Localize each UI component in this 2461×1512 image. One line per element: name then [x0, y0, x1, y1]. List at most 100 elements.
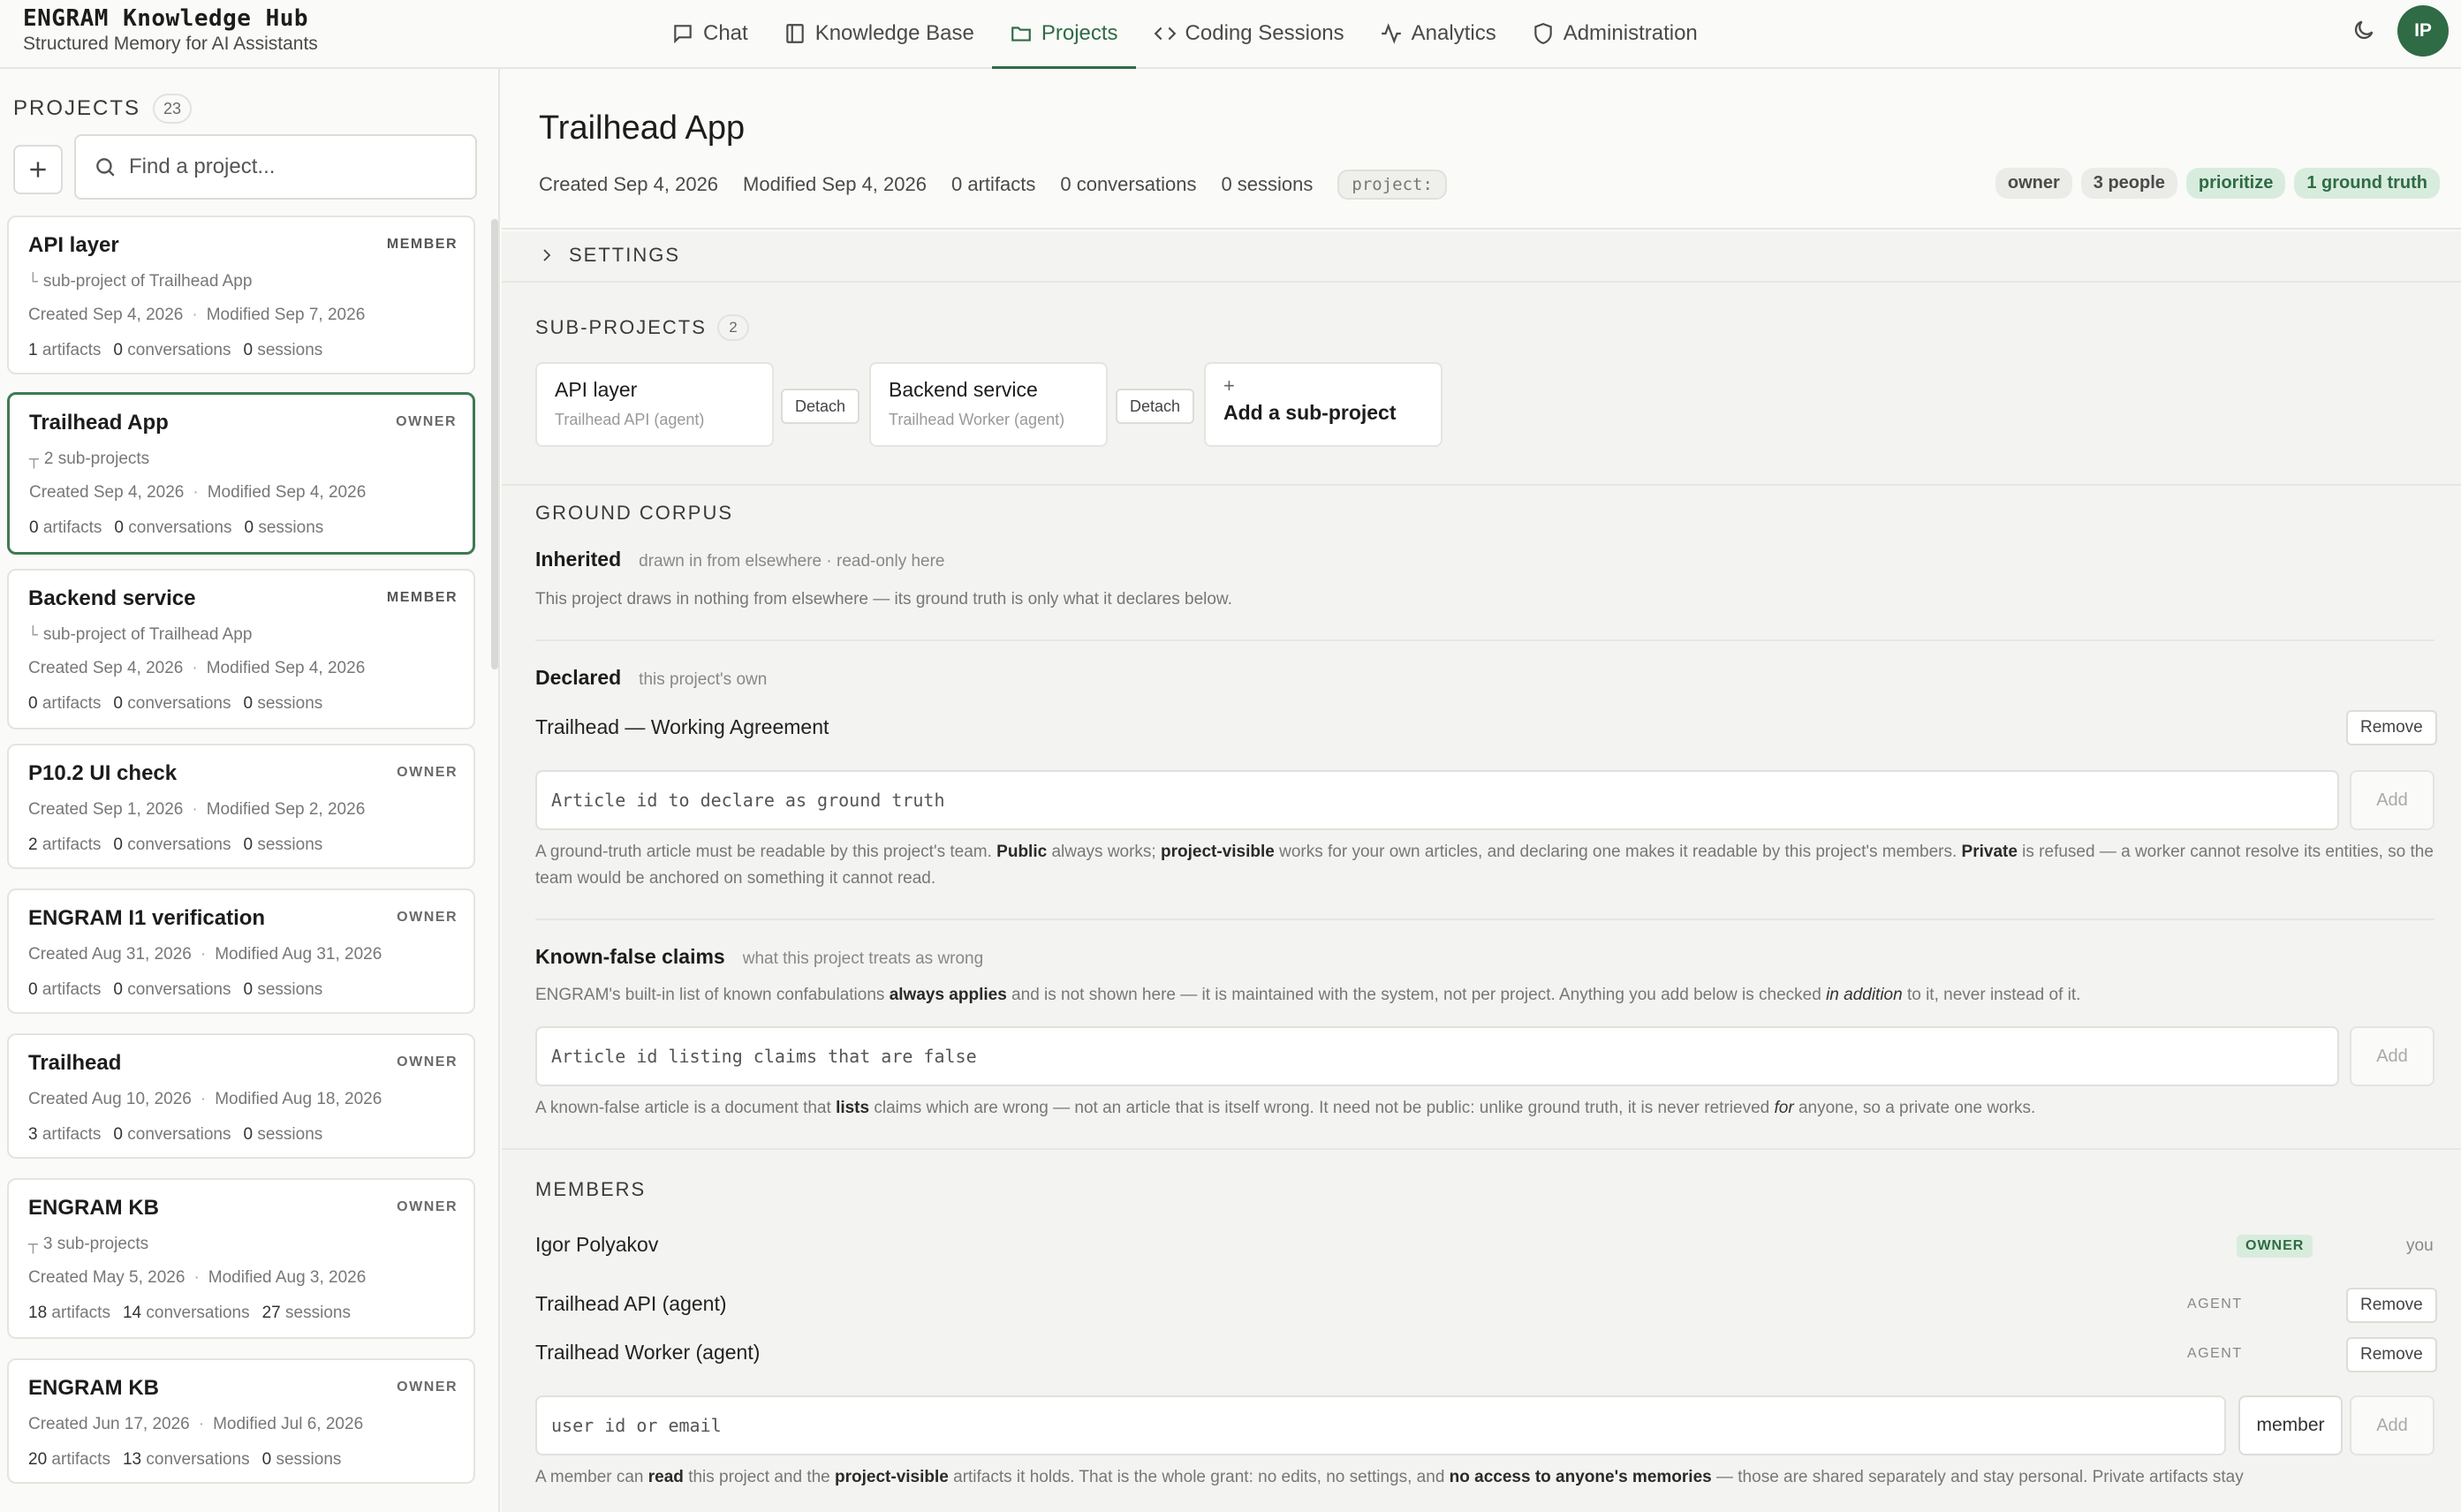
project-modified: Modified Sep 4, 2026 — [207, 483, 367, 502]
project-name: API layer — [28, 233, 119, 257]
settings-toggle[interactable]: SETTINGS — [539, 244, 680, 267]
nav-projects[interactable]: Projects — [991, 0, 1136, 69]
project-card-active[interactable]: Trailhead App OWNER ┬ 2 sub-projects Crea… — [7, 392, 475, 555]
declared-article[interactable]: Trailhead — Working Agreement — [535, 715, 829, 739]
search-input[interactable] — [129, 155, 465, 179]
chat-icon — [674, 25, 692, 44]
project-sub-text: 3 sub-projects — [42, 1235, 149, 1253]
branch-icon: └ — [28, 272, 38, 291]
nav-coding-sessions[interactable]: Coding Sessions — [1136, 0, 1362, 67]
owner-badge: OWNER — [2237, 1235, 2313, 1258]
conversation-label: conversations — [127, 1125, 231, 1144]
project-role: OWNER — [397, 1055, 458, 1070]
project-stats: 1 artifacts 0 conversations 0 sessions — [28, 341, 335, 360]
member-role: AGENT — [2187, 1297, 2243, 1312]
artifact-count: 18 — [28, 1304, 48, 1322]
pulse-icon — [1381, 23, 1401, 44]
remove-member-button[interactable]: Remove — [2346, 1337, 2437, 1372]
add-subproject-button[interactable]: + Add a sub-project — [1204, 362, 1443, 447]
inherited-text: This project draws in nothing from elsew… — [535, 590, 1232, 609]
ground-truth-field[interactable] — [535, 770, 2339, 830]
artifact-count: 20 — [28, 1450, 48, 1469]
add-known-false-button[interactable]: Add — [2350, 1026, 2434, 1086]
detach-button[interactable]: Detach — [1116, 389, 1195, 424]
remove-button[interactable]: Remove — [2346, 710, 2437, 745]
you-label: you — [2406, 1236, 2434, 1255]
help-strong: project-visible — [1161, 843, 1275, 861]
project-modified: Modified Aug 18, 2026 — [215, 1090, 382, 1108]
nav-knowledge-base[interactable]: Knowledge Base — [766, 0, 992, 67]
add-project-button[interactable] — [13, 145, 63, 194]
ground-corpus-title: GROUND CORPUS — [535, 502, 734, 524]
project-modified: Modified Aug 31, 2026 — [215, 945, 382, 964]
subproject-agent: Trailhead Worker (agent) — [889, 411, 1065, 428]
inherited-label: Inherited — [535, 548, 622, 571]
project-card[interactable]: ENGRAM KB OWNER Created Jun 17, 2026 · Mod… — [7, 1358, 475, 1484]
conversation-label: conversations — [127, 835, 231, 854]
member-role-select[interactable]: member — [2238, 1395, 2343, 1455]
nav-label: Projects — [1041, 21, 1118, 45]
session-count: 0 — [243, 1125, 254, 1144]
plus-icon — [30, 162, 46, 178]
help-strong: read — [647, 1468, 684, 1486]
project-dates: Created Sep 4, 2026 · Modified Sep 7, 2026 — [28, 306, 366, 324]
project-card[interactable]: ENGRAM KB OWNER ┬ 3 sub-projects Created … — [7, 1178, 475, 1339]
project-sub-text: sub-project of Trailhead App — [42, 272, 253, 291]
project-card[interactable]: API layer MEMBER └ sub-project of Trailhe… — [7, 215, 475, 374]
project-role: OWNER — [397, 1380, 458, 1395]
help-strong: project-visible — [835, 1468, 949, 1486]
project-card[interactable]: Backend service MEMBER └ sub-project of T… — [7, 569, 475, 730]
help-strong: lists — [836, 1099, 870, 1117]
project-name: ENGRAM KB — [28, 1196, 159, 1220]
project-tag[interactable]: project: — [1337, 170, 1447, 200]
project-name: Trailhead — [28, 1051, 122, 1075]
avatar[interactable]: IP — [2397, 5, 2449, 57]
session-count: 27 — [261, 1304, 281, 1322]
session-label: sessions — [285, 1304, 351, 1322]
artifact-count: 0 — [28, 980, 38, 999]
members-help: A member can read this project and the p… — [535, 1464, 2434, 1491]
help-text: — those are shared separately and stay p… — [1711, 1468, 2244, 1486]
help-text: and is not shown here — it is maintained… — [1006, 986, 1827, 1004]
artifact-count: 2 — [28, 835, 38, 854]
project-name: ENGRAM KB — [28, 1376, 159, 1400]
theme-toggle-button[interactable] — [2351, 18, 2378, 44]
brand[interactable]: ENGRAM Knowledge Hub Structured Memory f… — [23, 5, 318, 55]
add-member-button[interactable]: Add — [2350, 1395, 2434, 1455]
project-card[interactable]: ENGRAM I1 verification OWNER Created Aug… — [7, 888, 475, 1014]
ground-truth-input[interactable] — [551, 790, 2337, 811]
subproject-name: Backend service — [889, 378, 1038, 401]
known-false-field[interactable] — [535, 1026, 2339, 1086]
project-search[interactable] — [74, 134, 477, 200]
subproject-card[interactable]: Backend service Trailhead Worker (agent) — [869, 362, 1108, 447]
nav-analytics[interactable]: Analytics — [1362, 0, 1514, 67]
detach-button[interactable]: Detach — [781, 389, 860, 424]
help-text: anyone, so a private one works. — [1793, 1099, 2036, 1117]
session-label: sessions — [258, 518, 324, 537]
project-card[interactable]: P10.2 UI check OWNER Created Sep 1, 2026… — [7, 744, 475, 869]
help-strong: Public — [996, 843, 1048, 861]
subproject-card[interactable]: API layer Trailhead API (agent) — [535, 362, 774, 447]
add-ground-truth-button[interactable]: Add — [2350, 770, 2434, 830]
help-emphasis: in addition — [1826, 986, 1903, 1004]
subproject-agent: Trailhead API (agent) — [555, 411, 705, 428]
conversation-count: 0 — [113, 1125, 123, 1144]
member-field[interactable] — [535, 1395, 2226, 1455]
known-false-input[interactable] — [551, 1046, 2337, 1067]
member-name: Trailhead API (agent) — [535, 1292, 727, 1315]
session-label: sessions — [257, 341, 323, 359]
help-strong: no access to anyone's memories — [1449, 1468, 1712, 1486]
known-false-label: Known-false claims — [535, 945, 725, 968]
nav-chat[interactable]: Chat — [654, 0, 766, 67]
project-card[interactable]: Trailhead OWNER Created Aug 10, 2026 · Mod… — [7, 1033, 475, 1159]
sidebar-scrollbar[interactable] — [491, 219, 498, 669]
branch-icon: ┬ — [28, 1235, 38, 1254]
add-subproject-label: Add a sub-project — [1223, 401, 1397, 424]
project-detail: Trailhead App Created Sep 4, 2026 Modifi… — [502, 69, 2461, 1512]
main-nav: Chat Knowledge Base Projects Coding Sess… — [654, 0, 1715, 69]
member-input[interactable] — [551, 1415, 2224, 1436]
remove-member-button[interactable]: Remove — [2346, 1288, 2437, 1323]
nav-administration[interactable]: Administration — [1514, 0, 1715, 67]
divider — [535, 919, 2434, 920]
conversation-count: 0 — [113, 835, 123, 854]
